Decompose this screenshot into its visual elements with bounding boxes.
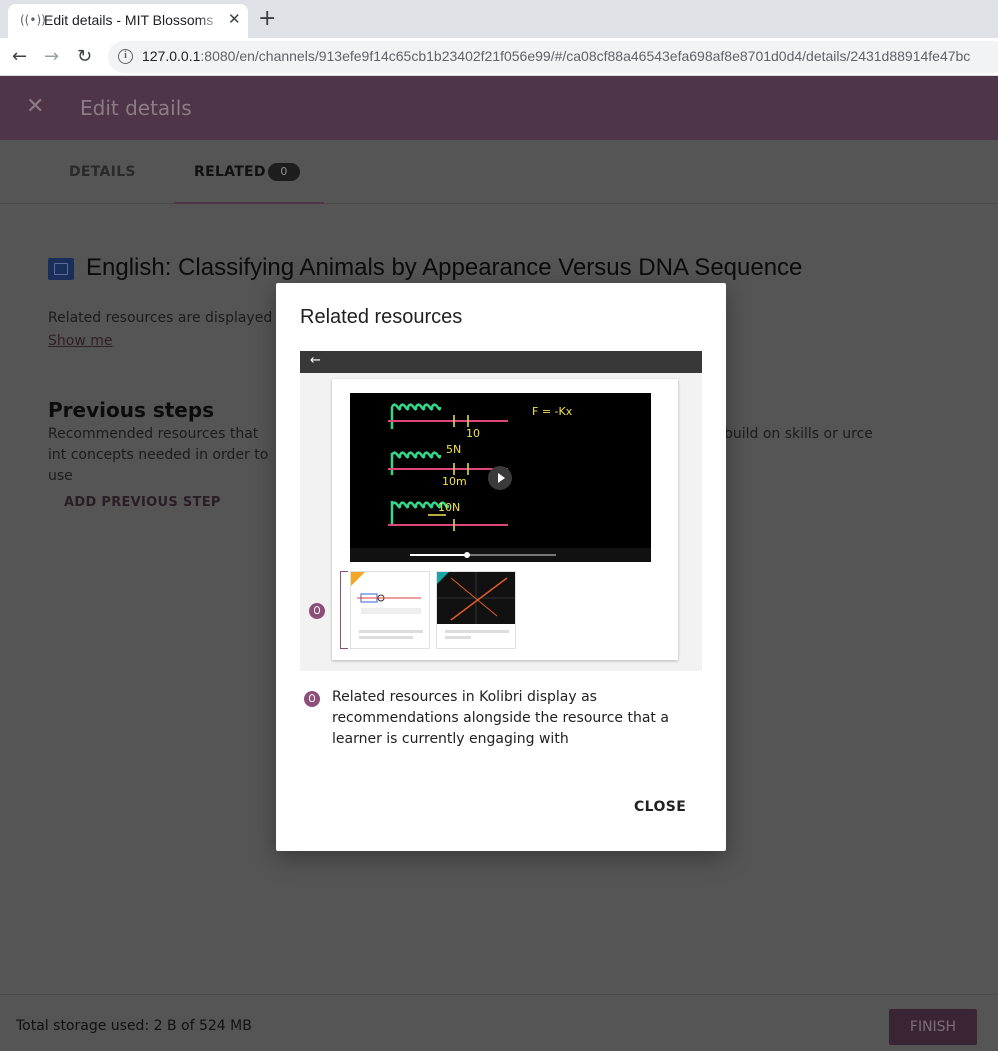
dialog-title: Related resources: [300, 306, 463, 328]
lightbulb-icon: [309, 603, 325, 619]
tab-title-fade: [198, 10, 222, 32]
card-text-line: [359, 630, 423, 633]
card-text-line: [445, 636, 471, 639]
address-bar[interactable]: i 127.0.0.1:8080/en/channels/913efe9f14c…: [108, 41, 998, 73]
resource-title: English: Classifying Animals by Appearan…: [86, 254, 803, 281]
close-tab-icon[interactable]: ✕: [228, 10, 241, 28]
close-button[interactable]: CLOSE: [634, 799, 686, 815]
svg-text:10m: 10m: [442, 475, 467, 488]
page-title: Edit details: [80, 96, 192, 120]
related-resources-illustration: ← F = -Kx 10 5N 10m 10N: [300, 351, 702, 671]
new-tab-button[interactable]: +: [258, 6, 276, 32]
recommendation-thumbnails: [350, 571, 530, 651]
graph-thumbnail: [437, 572, 515, 624]
browser-tab-title: Edit details - MIT Blossoms: [44, 12, 214, 28]
illustration-header-bar: ←: [300, 351, 702, 373]
browser-toolbar: ← → ↻ i 127.0.0.1:8080/en/channels/913ef…: [0, 38, 998, 76]
forward-arrow-icon[interactable]: →: [44, 45, 59, 69]
show-me-link[interactable]: Show me: [48, 333, 112, 349]
dialog-tip-text: Related resources in Kolibri display as …: [332, 689, 669, 747]
recommendation-card-graph: [436, 571, 516, 649]
related-description: Related resources are displayed a: [48, 310, 286, 326]
tab-details[interactable]: DETAILS: [24, 140, 174, 204]
url-path: :8080/en/channels/913efe9f14c65cb1b23402…: [200, 48, 971, 64]
card-text-line: [445, 630, 509, 633]
related-resources-dialog: Related resources ← F = -Kx 10 5N 10m 10…: [276, 283, 726, 851]
svg-text:F = -Kx: F = -Kx: [532, 405, 573, 418]
related-count-badge: 0: [268, 163, 300, 181]
svg-text:10N: 10N: [438, 501, 460, 514]
video-controls: [350, 548, 651, 562]
video-progress: [410, 552, 556, 558]
tab-related[interactable]: RELATED 0: [174, 140, 324, 204]
video-progress-handle: [464, 552, 470, 558]
finish-button[interactable]: FINISH: [889, 1009, 977, 1045]
play-icon: [488, 466, 512, 490]
video-icon: [48, 258, 74, 280]
video-player-image: F = -Kx 10 5N 10m 10N: [350, 393, 651, 562]
svg-text:5N: 5N: [446, 443, 461, 456]
recommendation-bracket: [340, 571, 348, 649]
illustration-page: F = -Kx 10 5N 10m 10N: [309, 379, 678, 660]
tab-details-label: DETAILS: [69, 164, 136, 180]
url-text: 127.0.0.1:8080/en/channels/913efe9f14c65…: [142, 48, 970, 64]
back-arrow-icon: ←: [310, 353, 321, 368]
back-arrow-icon[interactable]: ←: [12, 45, 27, 69]
storage-used-text: Total storage used: 2 B of 524 MB: [16, 1018, 252, 1034]
previous-steps-text-left: Recommended resources that int concepts …: [48, 426, 269, 484]
close-icon[interactable]: ✕: [26, 94, 44, 120]
browser-tab[interactable]: ((•)) Edit details - MIT Blossoms ✕: [8, 4, 248, 38]
recommendation-card-exercise: [350, 571, 430, 649]
add-previous-step-button[interactable]: ADD PREVIOUS STEP: [64, 495, 221, 510]
simulation-thumbnail: [351, 572, 421, 614]
video-progress-fill: [410, 554, 466, 556]
previous-steps-text-right: t build on skills or urce: [714, 426, 873, 442]
bottom-bar: Total storage used: 2 B of 524 MB FINISH: [0, 994, 998, 1051]
broadcast-icon: ((•)): [20, 13, 46, 27]
svg-text:10: 10: [466, 427, 480, 440]
url-host: 127.0.0.1: [142, 48, 201, 64]
browser-tabstrip: ((•)) Edit details - MIT Blossoms ✕ +: [0, 0, 998, 38]
app-bar: ✕ Edit details: [0, 76, 998, 140]
tabs-bar: DETAILS RELATED 0: [0, 140, 998, 204]
info-icon[interactable]: i: [118, 49, 133, 64]
lightbulb-icon: [304, 691, 320, 707]
tab-related-label: RELATED: [194, 164, 266, 180]
previous-steps-title: Previous steps: [48, 398, 215, 422]
reload-icon[interactable]: ↻: [77, 45, 92, 69]
card-text-line: [359, 636, 413, 639]
